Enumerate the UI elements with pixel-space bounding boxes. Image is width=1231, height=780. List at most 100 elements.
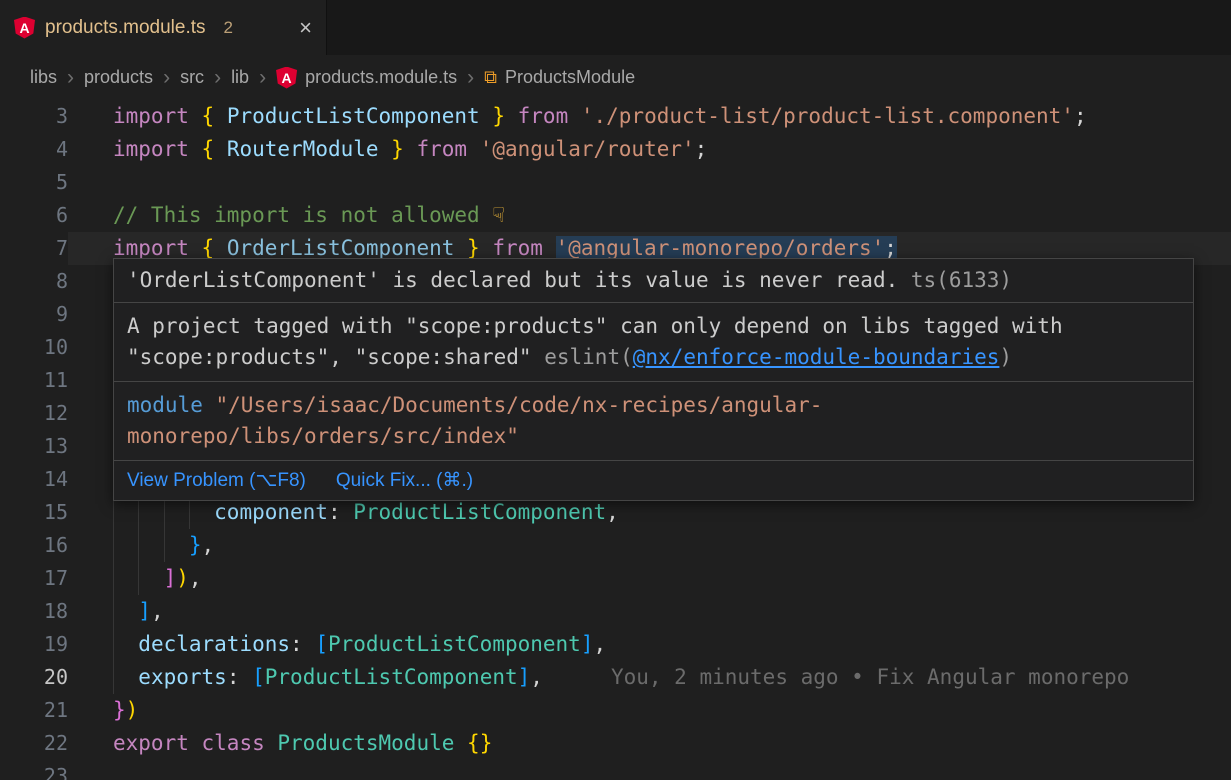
line-content: // This import is not allowed ☟ [68,199,1231,232]
breadcrumb-item-productsmodule[interactable]: ⧉ProductsModule [484,67,635,88]
line-number: 16 [0,529,68,562]
line-number: 12 [0,397,68,430]
line-number: 4 [0,133,68,166]
code-token: ; [695,137,708,161]
view-problem-link[interactable]: View Problem (⌥F8) [127,465,306,496]
tab-count-badge: 2 [224,18,233,38]
line-content: declarations: [ProductListComponent], [68,628,1231,661]
line-number: 19 [0,628,68,661]
diagnostic-source-prefix: eslint( [544,345,633,369]
code-line-4[interactable]: 4import { RouterModule } from '@angular/… [0,133,1231,166]
chevron-right-icon: › [163,66,170,90]
line-content: ]), [68,562,1231,595]
code-token [505,104,518,128]
code-token: import [113,236,202,260]
code-line-3[interactable]: 3import { ProductListComponent } from '.… [0,100,1231,133]
code-line-18[interactable]: 18 ], [0,595,1231,628]
code-editor[interactable]: 3import { ProductListComponent } from '.… [0,100,1231,780]
code-token: ProductListComponent [328,632,581,656]
eslint-diagnostic-message: A project tagged with "scope:products" c… [114,302,1193,381]
diagnostic-hover-popup: 'OrderListComponent' is declared but its… [113,258,1194,501]
code-token: component [214,500,328,524]
code-token: : [328,500,353,524]
code-line-23[interactable]: 23 [0,760,1231,780]
code-line-6[interactable]: 6// This import is not allowed ☟ [0,199,1231,232]
line-number: 5 [0,166,68,199]
code-token: ☟ [492,203,505,227]
code-token: class [202,731,278,755]
indent-guide [113,562,114,595]
line-number: 15 [0,496,68,529]
code-token: } [379,137,404,161]
code-token: [ [252,665,265,689]
line-content [68,760,1231,780]
code-token [454,731,467,755]
code-line-20[interactable]: 20 exports: [ProductListComponent],You, … [0,661,1231,694]
indent-spaces [113,665,138,689]
tab-bar: A products.module.ts 2 × [0,0,1231,55]
code-line-16[interactable]: 16 }, [0,529,1231,562]
indent-guide [138,562,139,595]
chevron-right-icon: › [259,66,266,90]
code-token: : [227,665,252,689]
line-number: 11 [0,364,68,397]
code-token: { [202,137,227,161]
code-token: from [492,236,555,260]
indent-guide [113,661,114,694]
breadcrumb-item-products-module-ts[interactable]: Aproducts.module.ts [276,67,457,89]
indent-guide [113,529,114,562]
code-line-17[interactable]: 17 ]), [0,562,1231,595]
close-icon[interactable]: × [299,17,312,39]
tab-title: products.module.ts [45,17,206,39]
line-number: 14 [0,463,68,496]
code-token: {} [467,731,492,755]
code-token: { [202,236,227,260]
indent-guide [138,529,139,562]
breadcrumb-item-libs[interactable]: libs [30,67,57,88]
code-line-5[interactable]: 5 [0,166,1231,199]
line-number: 22 [0,727,68,760]
code-line-22[interactable]: 22export class ProductsModule {} [0,727,1231,760]
line-number: 18 [0,595,68,628]
breadcrumb-item-products[interactable]: products [84,67,153,88]
code-token: from [518,104,581,128]
breadcrumb-item-src[interactable]: src [180,67,204,88]
line-number: 17 [0,562,68,595]
diagnostic-source: ts(6133) [911,268,1012,292]
angular-icon: A [276,67,297,89]
line-content: import { ProductListComponent } from './… [68,100,1231,133]
indent-spaces [113,533,189,557]
eslint-rule-link[interactable]: @nx/enforce-module-boundaries [633,345,1000,369]
quick-fix-link[interactable]: Quick Fix... (⌘.) [336,465,473,496]
code-token: ProductListComponent [353,500,606,524]
breadcrumb-label: products [84,67,153,88]
tab-products-module[interactable]: A products.module.ts 2 × [0,0,327,55]
code-line-21[interactable]: 21}) [0,694,1231,727]
code-token: import [113,104,202,128]
code-token: // This import is not allowed [113,203,492,227]
module-path: "/Users/isaac/Documents/code/nx-recipes/… [127,393,822,448]
code-token: ) [176,566,189,590]
breadcrumb-label: libs [30,67,57,88]
git-blame-annotation: You, 2 minutes ago • Fix Angular monorep… [611,665,1129,689]
breadcrumb-item-lib[interactable]: lib [231,67,249,88]
line-number: 7 [0,232,68,265]
code-token: ProductListComponent [265,665,518,689]
chevron-right-icon: › [467,66,474,90]
code-token: declarations [138,632,290,656]
line-number: 20 [0,661,68,694]
line-content: }) [68,694,1231,727]
code-line-19[interactable]: 19 declarations: [ProductListComponent], [0,628,1231,661]
code-token: } [113,698,126,722]
module-keyword: module [127,393,203,417]
code-token: export [113,731,202,755]
line-number: 9 [0,298,68,331]
line-number: 13 [0,430,68,463]
line-content: import { RouterModule } from '@angular/r… [68,133,1231,166]
code-token: ; [1074,104,1087,128]
code-token: ProductListComponent [227,104,480,128]
module-info-block: module "/Users/isaac/Documents/code/nx-r… [114,381,1193,460]
code-token: , [189,566,202,590]
code-token: ) [126,698,139,722]
breadcrumb-label: products.module.ts [305,67,457,88]
